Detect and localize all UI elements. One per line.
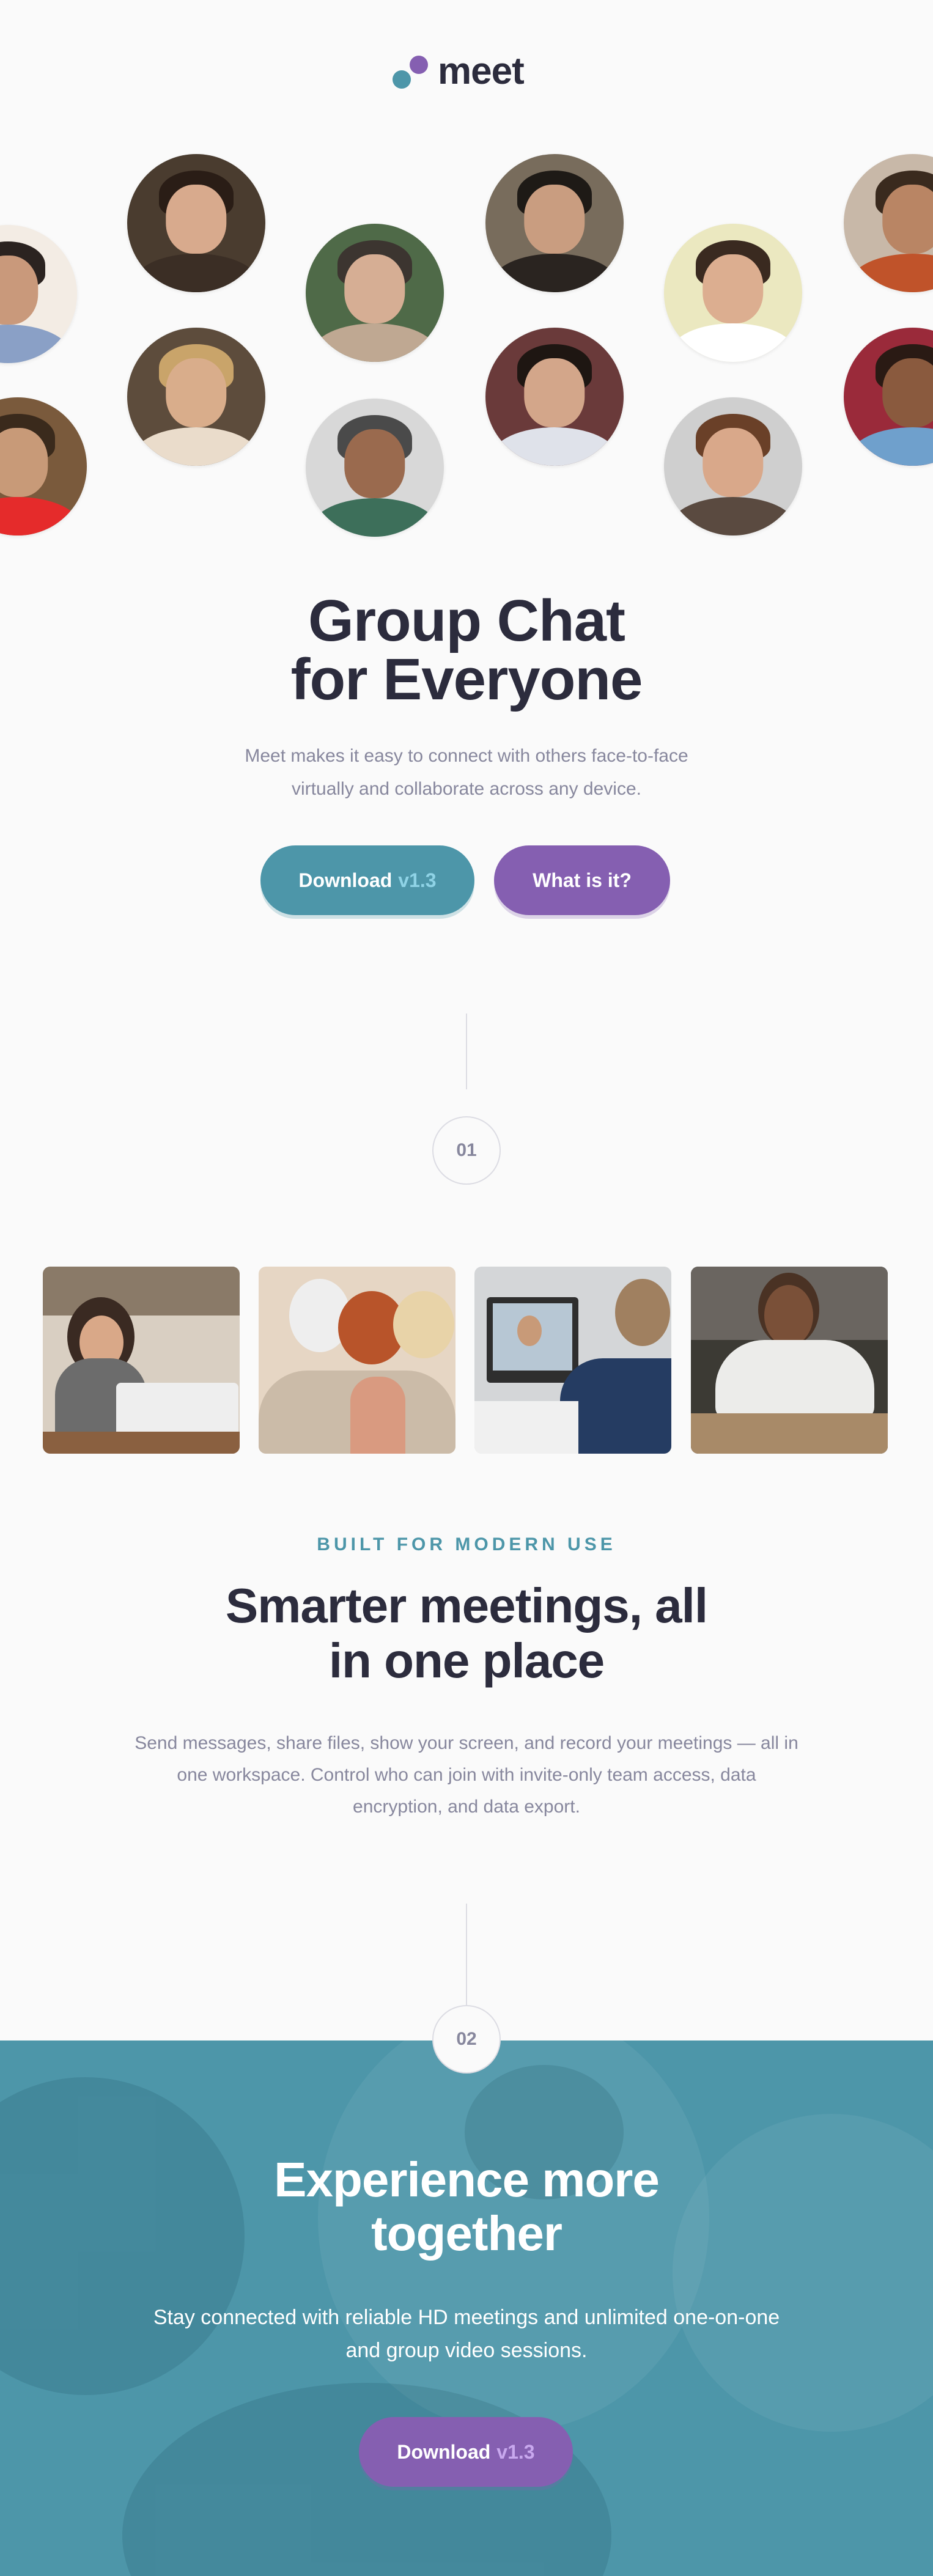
step-number-badge: 02 bbox=[432, 2005, 501, 2074]
section-description-line: encryption, and data export. bbox=[353, 1797, 580, 1817]
download-label: Download bbox=[397, 2440, 491, 2463]
download-button[interactable]: Download v1.3 bbox=[260, 845, 474, 915]
section-description: Send messages, share files, show your sc… bbox=[100, 1728, 833, 1823]
photo-video-call-on-laptop bbox=[474, 1267, 671, 1454]
cta-title-line: together bbox=[371, 2206, 562, 2261]
photo-man-on-phone bbox=[691, 1267, 888, 1454]
version-label: v1.3 bbox=[496, 2440, 535, 2463]
section-description-line: Send messages, share files, show your sc… bbox=[135, 1733, 798, 1753]
divider-line bbox=[466, 1014, 467, 1089]
avatar-portrait bbox=[306, 224, 444, 362]
hero-title: Group Chat for Everyone bbox=[191, 592, 742, 709]
what-is-it-button[interactable]: What is it? bbox=[494, 845, 670, 915]
avatar-portrait bbox=[127, 328, 265, 466]
hero-description-line: Meet makes it easy to connect with other… bbox=[245, 746, 688, 766]
avatar-portrait bbox=[485, 328, 624, 466]
what-is-it-label: What is it? bbox=[533, 869, 632, 891]
avatar-portrait bbox=[127, 154, 265, 292]
photo-friends-with-phone bbox=[259, 1267, 455, 1454]
download-label: Download bbox=[298, 869, 393, 891]
hero-title-line: Group Chat bbox=[308, 588, 625, 653]
section-title-line: Smarter meetings, all bbox=[225, 1578, 708, 1633]
logo-mark-icon bbox=[391, 52, 430, 91]
avatar-portrait bbox=[664, 397, 802, 535]
step-number: 02 bbox=[456, 2029, 477, 2049]
avatar-portrait bbox=[485, 154, 624, 292]
cta-description-line: and group video sessions. bbox=[345, 2339, 588, 2362]
cta-description-line: Stay connected with reliable HD meetings… bbox=[153, 2306, 780, 2329]
cta-title: Experience more together bbox=[191, 2153, 742, 2261]
avatar-grid bbox=[0, 147, 933, 544]
section-description-line: one workspace. Control who can join with… bbox=[177, 1765, 756, 1785]
avatar-portrait bbox=[844, 154, 933, 292]
version-label: v1.3 bbox=[398, 869, 437, 891]
avatar-portrait bbox=[844, 328, 933, 466]
step-number: 01 bbox=[456, 1140, 477, 1160]
cta-title-line: Experience more bbox=[274, 2152, 660, 2207]
avatar-portrait bbox=[0, 397, 87, 535]
step-number-badge: 01 bbox=[432, 1116, 501, 1185]
photo-woman-on-laptop bbox=[43, 1267, 240, 1454]
section-title: Smarter meetings, all in one place bbox=[161, 1578, 772, 1688]
logo-text: meet bbox=[438, 50, 525, 92]
avatar-portrait bbox=[0, 225, 77, 363]
hero-title-line: for Everyone bbox=[290, 647, 643, 712]
hero-description-line: virtually and collaborate across any dev… bbox=[292, 779, 641, 799]
cta-description: Stay connected with reliable HD meetings… bbox=[100, 2301, 833, 2367]
avatar-portrait bbox=[664, 224, 802, 362]
logo[interactable]: meet bbox=[391, 50, 550, 93]
cta-download-button[interactable]: Download v1.3 bbox=[359, 2417, 573, 2487]
section-title-line: in one place bbox=[328, 1633, 605, 1688]
hero-description: Meet makes it easy to connect with other… bbox=[191, 740, 742, 806]
section-eyebrow: BUILT FOR MODERN USE bbox=[317, 1534, 616, 1555]
avatar-portrait bbox=[306, 399, 444, 537]
